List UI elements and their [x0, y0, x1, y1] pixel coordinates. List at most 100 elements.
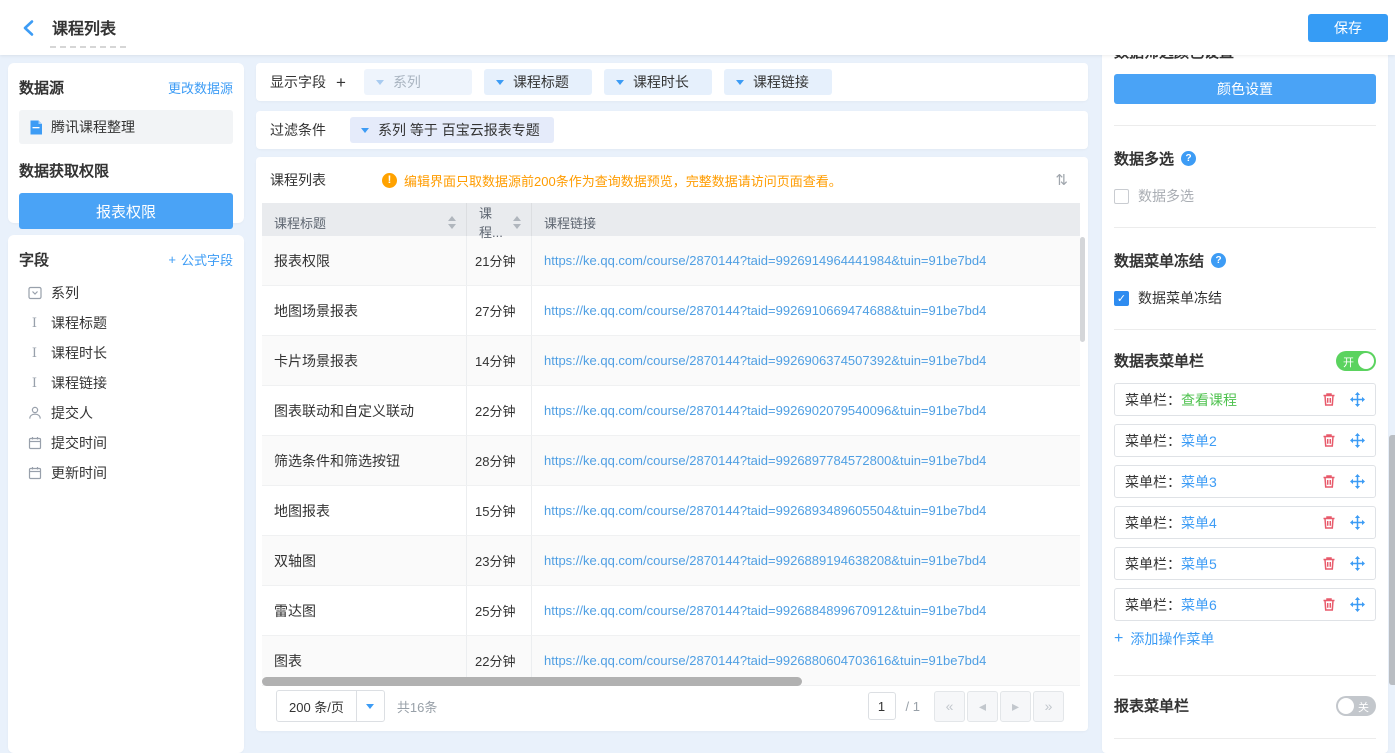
report-editor-screen: 课程列表 保存 数据源 更改数据源 腾讯课程整理 数据获取权限 报表权限 字段 … [0, 0, 1395, 753]
field-label: 提交时间 [51, 433, 107, 453]
help-icon[interactable]: ? [1211, 253, 1226, 268]
cell-duration: 25分钟 [467, 586, 532, 635]
fields-panel: 字段 + 公式字段 系列 I 课程标题 I 课程时长 I [8, 235, 244, 753]
course-url-link[interactable]: https://ke.qq.com/course/2870144?taid=99… [544, 403, 986, 418]
page-vertical-scrollbar[interactable] [1389, 435, 1395, 685]
field-item-series[interactable]: 系列 [19, 278, 233, 308]
formula-field-label: 公式字段 [181, 250, 233, 269]
table-vertical-scrollbar[interactable] [1080, 237, 1085, 342]
menu-prefix: 菜单栏： [1125, 595, 1181, 615]
course-url-link[interactable]: https://ke.qq.com/course/2870144?taid=99… [544, 653, 986, 668]
trash-icon[interactable] [1322, 474, 1336, 489]
menu-value[interactable]: 菜单5 [1181, 554, 1217, 574]
move-icon[interactable] [1350, 474, 1365, 489]
plus-icon: + [168, 252, 176, 267]
datasource-item[interactable]: 腾讯课程整理 [19, 110, 233, 144]
trash-icon[interactable] [1322, 433, 1336, 448]
move-icon[interactable] [1350, 597, 1365, 612]
field-tag-course-duration[interactable]: 课程时长 [604, 69, 712, 95]
page-number-input[interactable] [868, 692, 896, 720]
settings-panel: 数据筛选颜色设置 颜色设置 数据多选 ? 数据多选 数据菜单冻结 ? ✓ 数据菜… [1102, 48, 1388, 753]
course-url-link[interactable]: https://ke.qq.com/course/2870144?taid=99… [544, 353, 986, 368]
chevron-down-icon [356, 691, 384, 721]
fields-title: 字段 [19, 249, 49, 270]
field-item-update-time[interactable]: 更新时间 [19, 458, 233, 488]
move-icon[interactable] [1350, 433, 1365, 448]
first-page-button[interactable]: « [934, 691, 965, 722]
sort-arrows-icon[interactable] [448, 216, 456, 229]
back-icon[interactable] [20, 19, 38, 37]
report-permission-button[interactable]: 报表权限 [19, 193, 233, 229]
chevron-down-icon [376, 80, 384, 85]
column-label: 课程链接 [544, 213, 596, 232]
change-datasource-link[interactable]: 更改数据源 [168, 78, 233, 97]
display-fields-label: 显示字段 [270, 72, 326, 92]
menu-list: 菜单栏： 查看课程 菜单栏： 菜单2 菜单栏： 菜单3 菜 [1114, 383, 1376, 621]
move-icon[interactable] [1350, 556, 1365, 571]
datasource-title: 数据源 [19, 77, 64, 98]
add-display-field-icon[interactable]: + [336, 74, 346, 91]
cell-course-title: 图表联动和自定义联动 [262, 386, 467, 435]
cell-course-title: 报表权限 [262, 236, 467, 285]
toggle-off-label: 关 [1358, 699, 1369, 715]
field-item-submitter[interactable]: 提交人 [19, 398, 233, 428]
trash-icon[interactable] [1322, 392, 1336, 407]
checkbox-unchecked[interactable] [1114, 189, 1129, 204]
course-url-link[interactable]: https://ke.qq.com/course/2870144?taid=99… [544, 453, 986, 468]
field-label: 更新时间 [51, 463, 107, 483]
trash-icon[interactable] [1322, 556, 1336, 571]
course-url-link[interactable]: https://ke.qq.com/course/2870144?taid=99… [544, 553, 986, 568]
text-field-icon: I [27, 346, 42, 361]
field-item-course-title[interactable]: I 课程标题 [19, 308, 233, 338]
text-field-icon: I [27, 376, 42, 391]
color-settings-button[interactable]: 颜色设置 [1114, 74, 1376, 104]
page-size-select[interactable]: 200 条/页 [276, 690, 385, 722]
move-icon[interactable] [1350, 515, 1365, 530]
sort-toggle-icon[interactable]: ⇅ [1049, 169, 1074, 191]
field-tag-series[interactable]: 系列 [364, 69, 472, 95]
table-menu-toggle-on[interactable]: 开 [1336, 351, 1376, 371]
trash-icon[interactable] [1322, 515, 1336, 530]
add-action-menu-link[interactable]: + 添加操作菜单 [1114, 629, 1376, 649]
menu-freeze-checkbox-row[interactable]: ✓ 数据菜单冻结 [1114, 288, 1376, 308]
multi-select-checkbox-row[interactable]: 数据多选 [1114, 186, 1376, 206]
filter-condition-tag[interactable]: 系列 等于 百宝云报表专题 [350, 117, 554, 143]
course-url-link[interactable]: https://ke.qq.com/course/2870144?taid=99… [544, 503, 986, 518]
menu-value[interactable]: 查看课程 [1181, 390, 1237, 410]
prev-page-button[interactable]: ◂ [967, 691, 998, 722]
tag-label: 系列 [393, 72, 421, 92]
display-fields-bar: 显示字段 + 系列 课程标题 课程时长 课程链接 [256, 63, 1088, 101]
save-button[interactable]: 保存 [1308, 14, 1388, 42]
field-item-course-duration[interactable]: I 课程时长 [19, 338, 233, 368]
checkbox-checked[interactable]: ✓ [1114, 291, 1129, 306]
next-page-button[interactable]: ▸ [1000, 691, 1031, 722]
menu-value[interactable]: 菜单3 [1181, 472, 1217, 492]
menu-prefix: 菜单栏： [1125, 513, 1181, 533]
field-tag-course-link[interactable]: 课程链接 [724, 69, 832, 95]
move-icon[interactable] [1350, 392, 1365, 407]
menu-item: 菜单栏： 查看课程 [1114, 383, 1376, 416]
last-page-button[interactable]: » [1033, 691, 1064, 722]
horizontal-scrollbar[interactable] [262, 677, 802, 686]
chevron-down-icon [496, 80, 504, 85]
field-tag-course-title[interactable]: 课程标题 [484, 69, 592, 95]
add-formula-field-link[interactable]: + 公式字段 [168, 250, 233, 269]
cell-duration: 15分钟 [467, 486, 532, 535]
trash-icon[interactable] [1322, 597, 1336, 612]
cell-course-title: 地图场景报表 [262, 286, 467, 335]
help-icon[interactable]: ? [1181, 151, 1196, 166]
course-url-link[interactable]: https://ke.qq.com/course/2870144?taid=99… [544, 253, 986, 268]
menu-value[interactable]: 菜单2 [1181, 431, 1217, 451]
course-url-link[interactable]: https://ke.qq.com/course/2870144?taid=99… [544, 603, 986, 618]
menu-item: 菜单栏： 菜单2 [1114, 424, 1376, 457]
report-menu-toggle-off[interactable]: 关 [1336, 696, 1376, 716]
menu-value[interactable]: 菜单6 [1181, 595, 1217, 615]
field-item-course-link[interactable]: I 课程链接 [19, 368, 233, 398]
field-item-submit-time[interactable]: 提交时间 [19, 428, 233, 458]
course-url-link[interactable]: https://ke.qq.com/course/2870144?taid=99… [544, 303, 986, 318]
report-menu-title: 报表菜单栏 [1114, 695, 1189, 716]
cell-course-link: https://ke.qq.com/course/2870144?taid=99… [532, 486, 1080, 535]
menu-value[interactable]: 菜单4 [1181, 513, 1217, 533]
sort-arrows-icon[interactable] [513, 216, 521, 229]
menu-item: 菜单栏： 菜单5 [1114, 547, 1376, 580]
